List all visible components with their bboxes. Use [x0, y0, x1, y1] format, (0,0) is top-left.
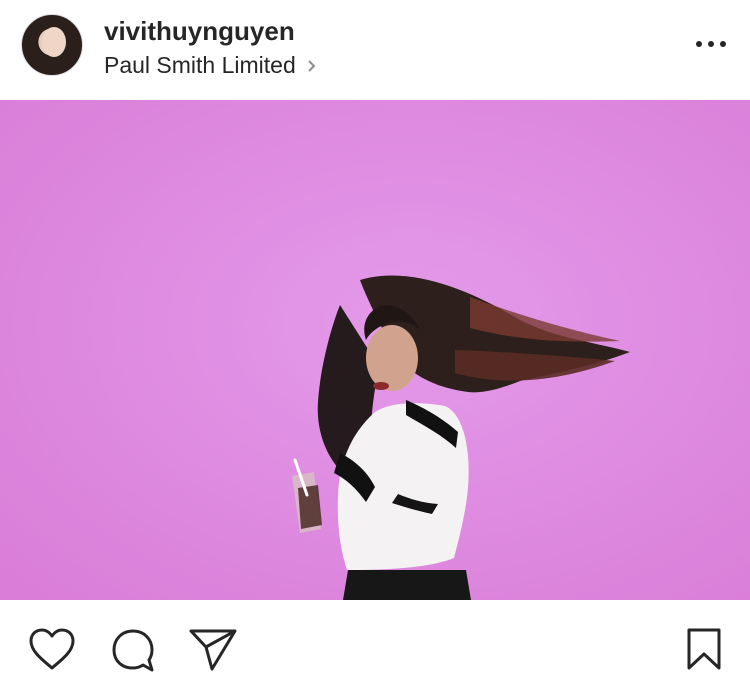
more-dot [708, 41, 714, 47]
bookmark-icon[interactable] [684, 626, 724, 672]
more-dot [696, 41, 702, 47]
post-header: vivithuynguyen Paul Smith Limited [0, 0, 750, 100]
post-photo[interactable]: beantagecoffeeshop [0, 100, 750, 600]
dark-skirt [343, 570, 471, 600]
photo-illustration [0, 100, 750, 600]
heart-icon[interactable] [27, 626, 77, 672]
comment-bubble-icon[interactable] [108, 626, 158, 674]
location-link[interactable]: Paul Smith Limited [104, 52, 320, 79]
more-dot [720, 41, 726, 47]
coffee [298, 485, 322, 529]
lips [373, 382, 389, 390]
username-link[interactable]: vivithuynguyen [104, 16, 295, 47]
post-actions [0, 600, 750, 688]
paper-plane-icon[interactable] [187, 626, 239, 674]
avatar-face [42, 27, 66, 57]
face [366, 325, 418, 391]
avatar[interactable] [21, 14, 83, 76]
chevron-right-icon [308, 59, 316, 72]
location-label: Paul Smith Limited [104, 52, 296, 78]
more-options-icon[interactable] [696, 32, 726, 56]
